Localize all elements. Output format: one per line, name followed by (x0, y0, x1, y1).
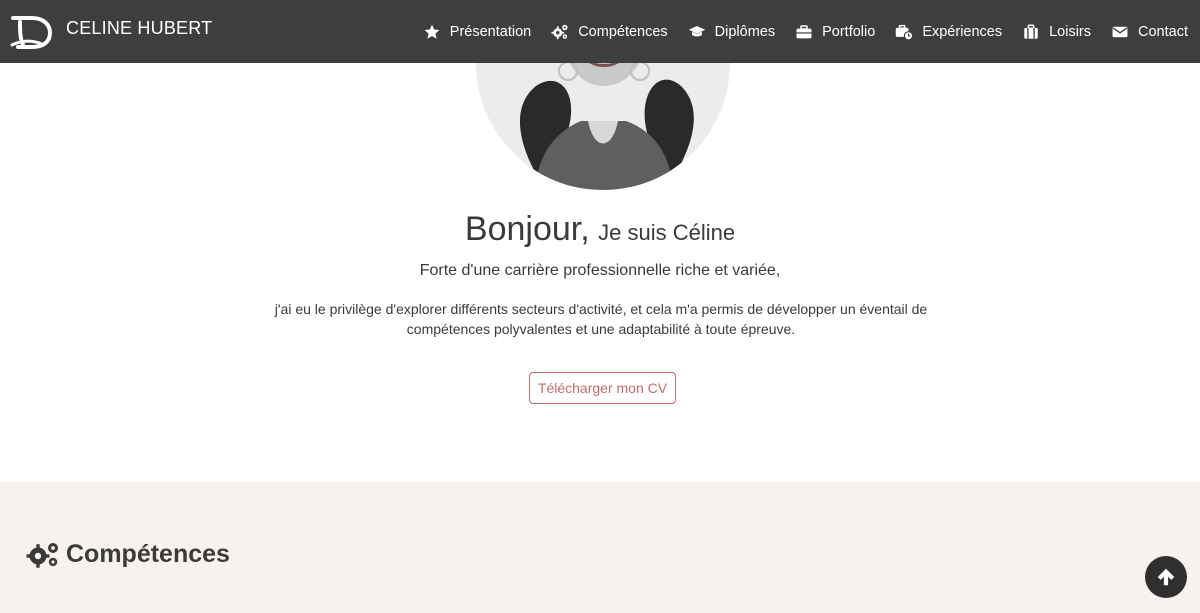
hero-section: Bonjour, Je suis Céline Forte d'une carr… (0, 0, 1200, 482)
skills-section: Compétences (0, 482, 1200, 613)
briefcase-clock-icon (895, 23, 914, 41)
nav-item-loisirs[interactable]: Loisirs (1022, 23, 1091, 41)
nav-item-experiences[interactable]: Expériences (895, 23, 1002, 41)
briefcase-icon (795, 23, 813, 41)
nav-item-label: Portfolio (822, 23, 876, 40)
greeting-big: Bonjour, (464, 210, 590, 248)
download-cv-button[interactable]: Télécharger mon CV (529, 372, 676, 404)
nav-menu: Présentation Compétences Diplômes Portfo… (423, 23, 1188, 41)
brand-name: CELINE HUBERT (66, 18, 213, 38)
brand-link[interactable]: CELINE HUBERT (10, 13, 212, 51)
skills-heading: Compétences (26, 540, 230, 569)
nav-item-contact[interactable]: Contact (1111, 23, 1188, 41)
hero-bio: j'ai eu le privilège d'explorer différen… (274, 301, 928, 337)
nav-item-label: Expériences (922, 23, 1003, 40)
cogs-icon (26, 541, 60, 569)
nav-item-diplomes[interactable]: Diplômes (688, 23, 775, 41)
star-icon (423, 23, 441, 41)
suitcase-icon (1022, 23, 1040, 41)
cogs-icon (551, 23, 569, 41)
nav-item-label: Loisirs (1049, 23, 1092, 40)
nav-item-label: Présentation (449, 23, 532, 40)
nav-item-label: Diplômes (714, 23, 776, 40)
brand-logo-icon (10, 13, 53, 51)
nav-item-label: Contact (1138, 23, 1188, 40)
nav-item-portfolio[interactable]: Portfolio (795, 23, 875, 41)
nav-item-presentation[interactable]: Présentation (423, 23, 531, 41)
nav-item-label: Compétences (578, 23, 668, 40)
hero-subtitle: Forte d'une carrière professionnelle ric… (419, 262, 781, 279)
nav-item-competences[interactable]: Compétences (551, 23, 668, 41)
graduation-cap-icon (688, 23, 706, 41)
back-to-top-button[interactable] (1145, 556, 1187, 598)
skills-title: Compétences (66, 540, 230, 568)
envelope-icon (1111, 23, 1129, 41)
greeting-small: Je suis Céline (598, 220, 736, 245)
greeting-heading: Bonjour, Je suis Céline (0, 210, 1200, 249)
arrow-up-icon (1155, 566, 1177, 588)
navbar: CELINE HUBERT Présentation Compétences D… (0, 0, 1200, 63)
